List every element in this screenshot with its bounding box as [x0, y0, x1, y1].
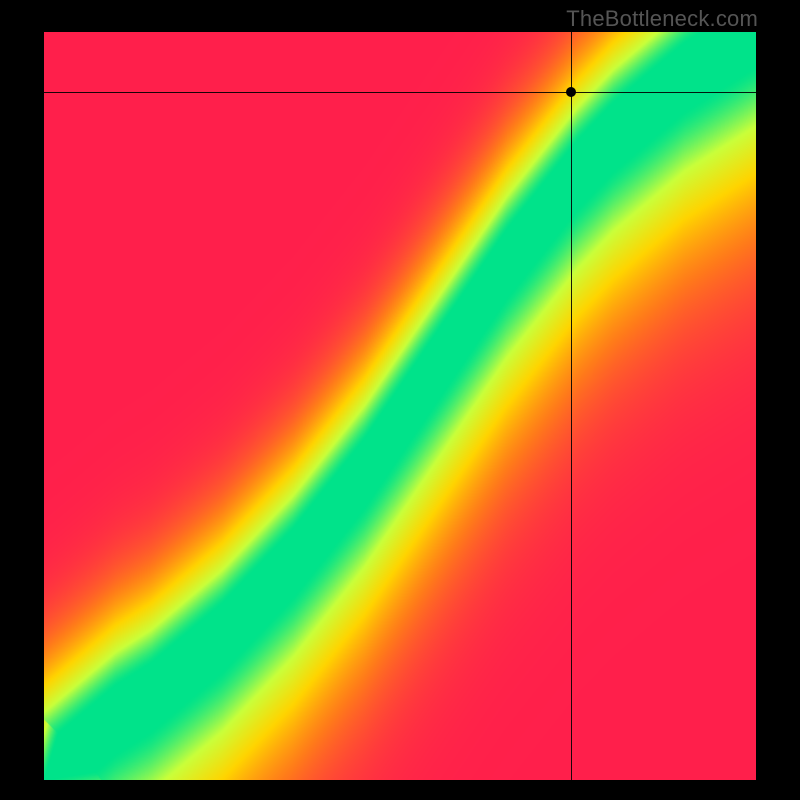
heatmap-canvas	[44, 32, 756, 780]
chart-frame: TheBottleneck.com	[0, 0, 800, 800]
heatmap-plot	[44, 32, 756, 780]
watermark-text: TheBottleneck.com	[566, 6, 758, 32]
